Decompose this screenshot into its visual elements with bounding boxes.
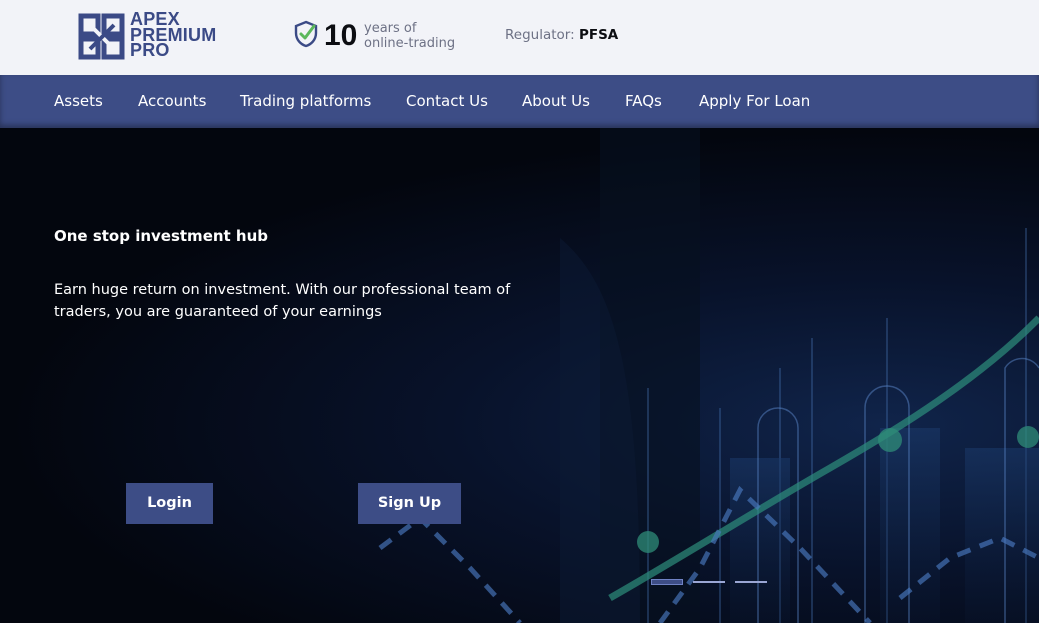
shield-check-icon <box>294 20 318 48</box>
regulator-label: Regulator: <box>505 27 575 43</box>
main-nav: Assets Accounts Trading platforms Contac… <box>0 75 1039 128</box>
years-label-line-2: online-trading <box>364 36 456 51</box>
carousel-dot-1[interactable] <box>651 579 683 585</box>
nav-item-accounts[interactable]: Accounts <box>138 75 206 128</box>
regulator-info: Regulator: PFSA <box>505 27 618 43</box>
brand-line-3: PRO <box>130 40 170 60</box>
carousel-dot-2[interactable] <box>693 581 725 584</box>
hero-description: Earn huge return on investment. With our… <box>54 282 511 320</box>
apex-logo-mark-icon <box>78 13 125 60</box>
brand-logo[interactable]: APEX PREMIUM PRO <box>78 10 218 62</box>
regulator-value: PFSA <box>578 27 619 43</box>
carousel-dot-3[interactable] <box>735 581 767 584</box>
years-label-line-1: years of <box>364 21 417 36</box>
years-number: 10 <box>324 19 358 52</box>
hero-banner: One stop investment hub Earn huge return… <box>0 128 1039 623</box>
nav-item-contact-us[interactable]: Contact Us <box>406 75 488 128</box>
nav-item-apply-for-loan[interactable]: Apply For Loan <box>699 75 810 128</box>
nav-item-assets[interactable]: Assets <box>54 75 103 128</box>
top-header: APEX PREMIUM PRO 10 years of online-trad… <box>0 0 1039 75</box>
nav-item-trading-platforms[interactable]: Trading platforms <box>240 75 371 128</box>
hero-background-chart-art <box>378 128 1039 623</box>
brand-name: APEX PREMIUM PRO <box>130 10 216 60</box>
nav-item-faqs[interactable]: FAQs <box>625 75 662 128</box>
sign-up-button[interactable]: Sign Up <box>358 483 461 524</box>
years-label: years of online-trading <box>364 21 474 51</box>
nav-item-about-us[interactable]: About Us <box>522 75 590 128</box>
hero-title: One stop investment hub <box>54 227 269 245</box>
login-button[interactable]: Login <box>126 483 213 524</box>
